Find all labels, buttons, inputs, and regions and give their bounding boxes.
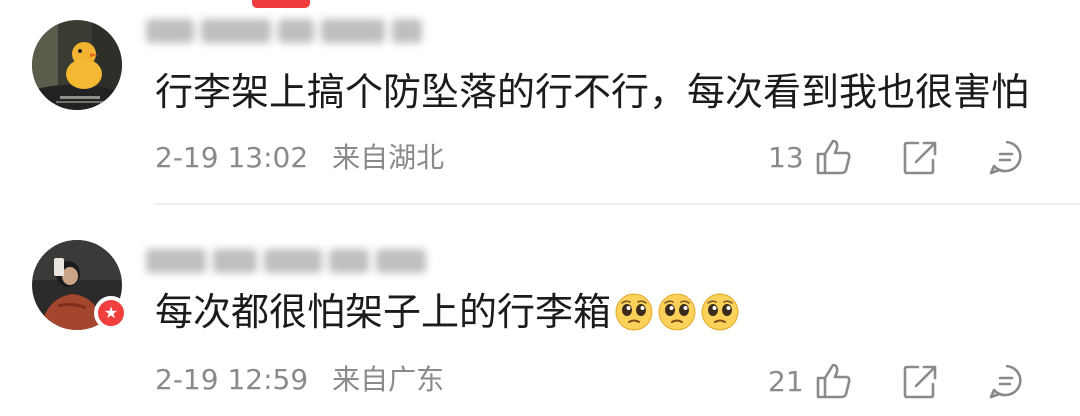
username-blurred[interactable] xyxy=(146,12,426,50)
avatar[interactable] xyxy=(32,20,122,110)
comment-meta: 2-19 13:02 来自湖北 xyxy=(155,140,444,176)
thumbs-up-icon xyxy=(816,363,851,399)
avatar-image xyxy=(32,20,122,110)
username-blurred[interactable] xyxy=(146,242,426,280)
thumbs-up-icon xyxy=(816,139,851,175)
share-icon xyxy=(903,365,937,399)
like-button[interactable] xyxy=(814,136,854,178)
reply-button[interactable] xyxy=(986,136,1026,178)
pleading-face-icon xyxy=(700,292,740,332)
comment-text-body: 行李架上搞个防坠落的行不行，每次看到我也很害怕 xyxy=(155,70,1030,114)
comment-text: 行李架上搞个防坠落的行不行，每次看到我也很害怕 xyxy=(155,68,1029,116)
comment-timestamp: 2-19 13:02 xyxy=(155,141,309,174)
share-icon xyxy=(903,141,937,175)
comment-item: ★ 每次都很怕架子上的行李箱 2-19 12:59 来自广东 21 xyxy=(0,212,1080,416)
comment-divider xyxy=(155,203,1080,205)
comment-text: 每次都很怕架子上的行李箱 xyxy=(155,288,740,336)
reply-button[interactable] xyxy=(986,360,1026,402)
pleading-face-icon xyxy=(657,292,697,332)
comment-timestamp: 2-19 12:59 xyxy=(155,363,309,396)
comment-bubble-icon xyxy=(989,140,1022,175)
share-button[interactable] xyxy=(900,136,940,178)
comment-location: 来自广东 xyxy=(332,363,445,396)
like-count: 13 xyxy=(768,141,804,174)
like-button[interactable] xyxy=(814,360,854,402)
comment-meta: 2-19 12:59 来自广东 xyxy=(155,362,444,398)
comment-item: 行李架上搞个防坠落的行不行，每次看到我也很害怕 2-19 13:02 来自湖北 1… xyxy=(0,0,1080,205)
verified-badge: ★ xyxy=(94,296,128,330)
star-icon: ★ xyxy=(103,303,119,322)
comment-location: 来自湖北 xyxy=(332,141,445,174)
like-count: 21 xyxy=(768,365,804,398)
pleading-face-icon xyxy=(614,292,654,332)
share-button[interactable] xyxy=(900,360,940,402)
comment-bubble-icon xyxy=(989,364,1022,399)
comment-text-body: 每次都很怕架子上的行李箱 xyxy=(155,290,612,334)
